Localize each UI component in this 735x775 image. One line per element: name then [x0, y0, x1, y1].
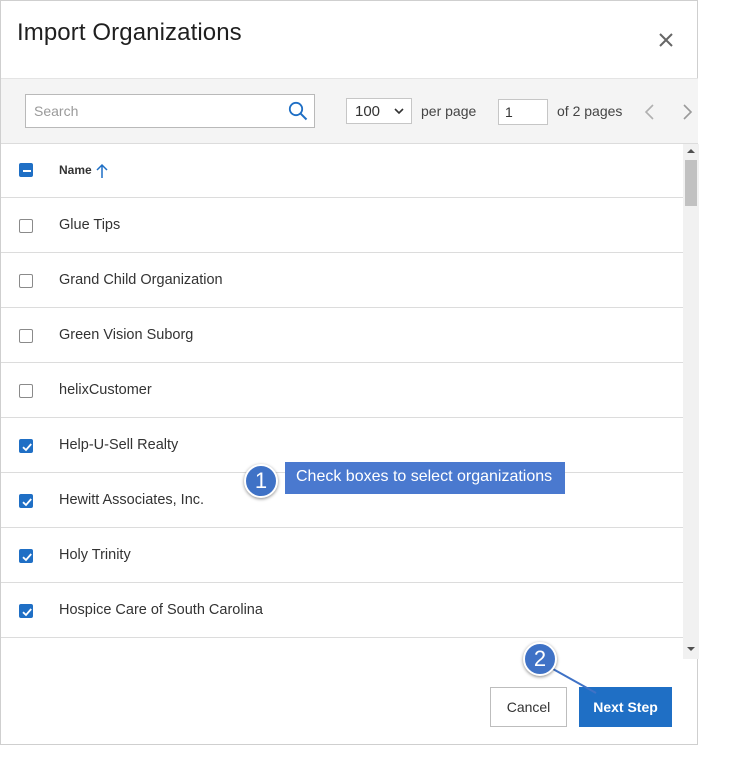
- arrow-up-icon[interactable]: [95, 163, 109, 179]
- table-scrollbar[interactable]: [683, 144, 699, 659]
- per-page-label: per page: [421, 103, 477, 119]
- scroll-up-icon[interactable]: [687, 148, 695, 154]
- table-row[interactable]: Holy Trinity: [1, 528, 683, 583]
- row-checkbox[interactable]: [19, 219, 33, 233]
- search-input[interactable]: [26, 95, 284, 127]
- chevron-left-icon: [644, 104, 654, 120]
- chevron-right-icon: [683, 104, 693, 120]
- organization-name: Glue Tips: [59, 217, 121, 233]
- callout-badge-1: 1: [244, 464, 278, 498]
- import-organizations-dialog: Import Organizations 100 per page of 2 p…: [0, 0, 699, 745]
- organization-name: Hewitt Associates, Inc.: [59, 492, 205, 508]
- name-column-header[interactable]: Name: [59, 163, 92, 177]
- organization-name: helixCustomer: [59, 382, 152, 398]
- row-checkbox[interactable]: [19, 439, 33, 453]
- previous-page-button[interactable]: [641, 102, 659, 122]
- dialog-title: Import Organizations: [17, 19, 242, 46]
- table-row[interactable]: Hospice Care of South Carolina: [1, 583, 683, 638]
- table-row[interactable]: helixCustomer: [1, 363, 683, 418]
- table-row[interactable]: Green Vision Suborg: [1, 308, 683, 363]
- checkmark-icon: [22, 553, 32, 562]
- per-page-value: 100: [355, 103, 381, 120]
- row-checkbox[interactable]: [19, 329, 33, 343]
- table-row[interactable]: Grand Child Organization: [1, 253, 683, 308]
- cancel-button[interactable]: Cancel: [490, 687, 567, 727]
- organization-name: Hospice Care of South Carolina: [59, 602, 263, 618]
- indeterminate-icon: [23, 170, 31, 172]
- organizations-table: Name Glue Tips Grand Child Organization Gr…: [1, 144, 698, 659]
- checkmark-icon: [22, 443, 32, 452]
- toolbar: 100 per page of 2 pages: [1, 78, 698, 144]
- row-checkbox[interactable]: [19, 604, 33, 618]
- search-icon[interactable]: [288, 101, 308, 121]
- table-row[interactable]: Glue Tips: [1, 198, 683, 253]
- next-step-button[interactable]: Next Step: [579, 687, 672, 727]
- scrollbar-thumb[interactable]: [685, 160, 697, 206]
- search-box: [25, 94, 315, 128]
- organization-name: Grand Child Organization: [59, 272, 223, 288]
- checkmark-icon: [22, 608, 32, 617]
- scroll-down-icon[interactable]: [687, 646, 695, 652]
- organization-name: Help-U-Sell Realty: [59, 437, 179, 453]
- select-all-checkbox[interactable]: [19, 163, 33, 177]
- checkmark-icon: [22, 498, 32, 507]
- table-header: Name: [1, 144, 683, 198]
- page-count-label: of 2 pages: [557, 103, 623, 119]
- callout-text-1: Check boxes to select organizations: [285, 462, 565, 494]
- row-checkbox[interactable]: [19, 384, 33, 398]
- close-button[interactable]: [653, 27, 679, 53]
- close-icon: [659, 33, 673, 47]
- page-number-input[interactable]: [498, 99, 548, 125]
- organization-name: Holy Trinity: [59, 547, 131, 563]
- row-checkbox[interactable]: [19, 494, 33, 508]
- callout-badge-2: 2: [523, 642, 557, 676]
- per-page-select[interactable]: 100: [346, 98, 412, 124]
- row-checkbox[interactable]: [19, 274, 33, 288]
- row-checkbox[interactable]: [19, 549, 33, 563]
- chevron-down-icon: [394, 108, 404, 115]
- next-page-button[interactable]: [678, 102, 696, 122]
- organization-name: Green Vision Suborg: [59, 327, 194, 343]
